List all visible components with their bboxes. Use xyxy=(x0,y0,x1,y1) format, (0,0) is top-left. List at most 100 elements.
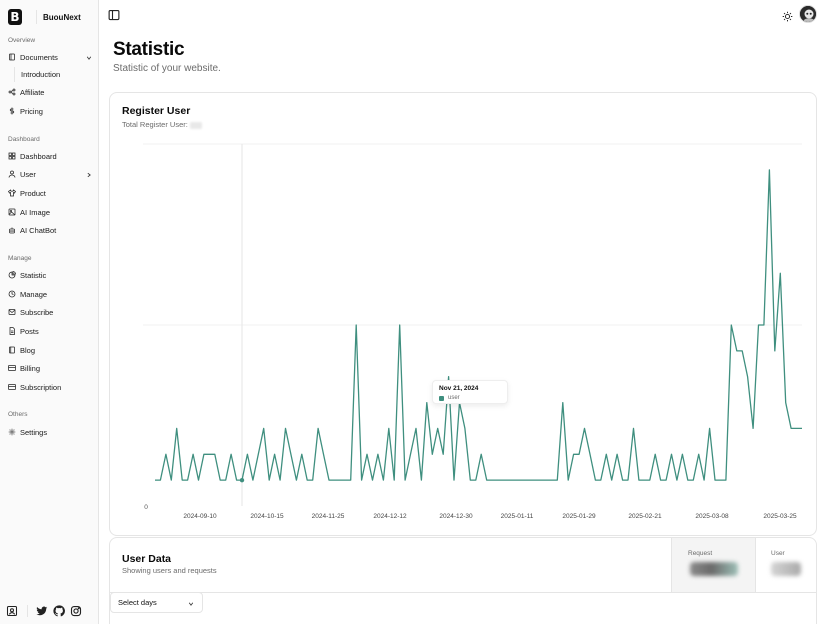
github-icon[interactable] xyxy=(53,605,65,617)
register-user-chart[interactable]: 0 2024-09-10 2024-10-15 2024-11-25 2024-12-1… xyxy=(110,93,818,537)
sidebar-item-ai-chatbot[interactable]: AI ChatBot xyxy=(8,223,92,237)
credit-card-icon xyxy=(8,364,16,372)
user-stat-value-blurred xyxy=(771,562,801,576)
share-icon xyxy=(8,88,16,96)
sidebar-item-introduction[interactable]: Introduction xyxy=(21,70,60,79)
x-tick-label: 2024-10-15 xyxy=(250,513,284,520)
sidebar-item-billing[interactable]: Billing xyxy=(8,361,92,375)
tooltip-series-row: user xyxy=(439,395,460,401)
tooltip-series-name: user xyxy=(448,395,460,401)
x-tick-label: 2025-02-21 xyxy=(628,513,662,520)
sidebar-item-label: Subscribe xyxy=(20,307,54,317)
chart-tooltip: Nov 21, 2024 user xyxy=(432,380,508,404)
sun-icon xyxy=(782,11,793,22)
sidebar-item-posts[interactable]: Posts xyxy=(8,324,92,338)
sidebar-item-ai-image[interactable]: AI Image xyxy=(8,205,92,219)
x-tick-label: 2024-12-30 xyxy=(439,513,473,520)
book-icon xyxy=(8,53,16,61)
request-stat-label: Request xyxy=(688,550,713,557)
sidebar-item-statistic[interactable]: Statistic xyxy=(8,268,92,282)
sidebar-item-user[interactable]: User xyxy=(8,167,92,181)
sidebar-item-product[interactable]: Product xyxy=(8,186,92,200)
sidebar-item-subscribe[interactable]: Subscribe xyxy=(8,305,92,319)
panel-left-icon xyxy=(108,9,120,21)
sidebar-item-label: AI ChatBot xyxy=(20,225,57,235)
x-tick-label: 2024-11-25 xyxy=(312,513,345,520)
sidebar-item-settings[interactable]: Settings xyxy=(8,425,92,439)
sidebar-item-label: User xyxy=(20,169,36,179)
pie-chart-icon xyxy=(8,271,16,279)
section-others: Others xyxy=(8,411,28,418)
avatar[interactable] xyxy=(799,5,817,23)
chevron-down-icon xyxy=(86,54,92,60)
select-days-dropdown[interactable]: Select days xyxy=(110,592,203,613)
sidebar-item-label: Statistic xyxy=(20,270,47,280)
section-manage: Manage xyxy=(8,255,32,262)
y-tick-label: 0 xyxy=(144,504,148,511)
dollar-icon xyxy=(8,107,16,115)
sidebar-item-label: Manage xyxy=(20,289,48,299)
sidebar-item-manage[interactable]: Manage xyxy=(8,287,92,301)
user-data-title: User Data xyxy=(122,553,172,565)
contact-card-icon[interactable] xyxy=(6,605,18,617)
user-stat-label: User xyxy=(771,550,785,557)
x-tick-label: 2025-01-29 xyxy=(562,513,596,520)
sidebar-item-label: Posts xyxy=(20,326,39,336)
sidebar-item-label: Affiliate xyxy=(20,87,45,97)
sidebar-item-label: Product xyxy=(20,188,46,198)
page-subtitle: Statistic of your website. xyxy=(113,63,221,74)
sidebar-item-label: Subscription xyxy=(20,382,62,392)
user-stat-tab[interactable]: User xyxy=(755,538,816,592)
chevron-right-icon xyxy=(86,171,92,178)
sidebar-item-affiliate[interactable]: Affiliate xyxy=(8,85,92,99)
tooltip-date: Nov 21, 2024 xyxy=(439,385,479,392)
sidebar-item-dashboard[interactable]: Dashboard xyxy=(8,149,92,163)
x-tick-label: 2025-01-11 xyxy=(501,513,534,520)
tooltip-series-swatch xyxy=(439,395,444,401)
grid-icon xyxy=(8,152,16,160)
request-stat-value-blurred xyxy=(690,562,738,576)
sidebar-item-label: Dashboard xyxy=(20,151,57,161)
select-days-label: Select days xyxy=(118,598,157,607)
brand-divider xyxy=(36,10,37,24)
gear-icon xyxy=(8,428,16,436)
divider xyxy=(110,592,816,593)
sidebar-item-blog[interactable]: Blog xyxy=(8,343,92,357)
sidebar-item-label: Documents xyxy=(20,52,58,62)
user-icon xyxy=(8,170,16,178)
x-tick-label: 2024-12-12 xyxy=(373,513,407,520)
avatar-image-icon xyxy=(800,6,816,22)
sidebar-item-label: Pricing xyxy=(20,106,43,116)
sidebar-toggle-button[interactable] xyxy=(108,8,120,21)
brand-logo: B xyxy=(8,9,22,25)
twitter-icon[interactable] xyxy=(36,605,48,617)
image-icon xyxy=(8,208,16,216)
sidebar: B BuouNext Overview Documents Introducti… xyxy=(0,0,99,624)
active-data-point[interactable] xyxy=(239,477,245,483)
x-tick-label: 2025-03-08 xyxy=(695,513,729,520)
instagram-icon[interactable] xyxy=(70,605,82,617)
theme-toggle-button[interactable] xyxy=(782,9,793,22)
user-data-card: User Data Showing users and requests Req… xyxy=(109,537,817,624)
page-title: Statistic xyxy=(113,39,185,60)
sidebar-item-label: Billing xyxy=(20,363,41,373)
brand[interactable]: B BuouNext xyxy=(8,8,94,26)
x-tick-label: 2025-03-25 xyxy=(763,513,797,520)
submenu-line xyxy=(14,67,15,82)
file-icon xyxy=(8,327,16,335)
mail-icon xyxy=(8,308,16,316)
footer-divider xyxy=(27,605,28,617)
x-tick-label: 2024-09-10 xyxy=(183,513,217,520)
bot-icon xyxy=(8,226,16,234)
sidebar-item-label: AI Image xyxy=(20,207,51,217)
sidebar-item-documents[interactable]: Documents xyxy=(8,50,92,64)
sidebar-item-pricing[interactable]: Pricing xyxy=(8,104,92,118)
brand-name: BuouNext xyxy=(43,12,81,22)
sidebar-item-label: Blog xyxy=(20,345,36,355)
request-stat-tab[interactable]: Request xyxy=(671,538,755,592)
user-data-subtitle: Showing users and requests xyxy=(122,566,217,575)
section-overview: Overview xyxy=(8,37,36,44)
notebook-icon xyxy=(8,346,16,354)
shirt-icon xyxy=(8,189,16,197)
sidebar-item-subscription[interactable]: Subscription xyxy=(8,380,92,394)
